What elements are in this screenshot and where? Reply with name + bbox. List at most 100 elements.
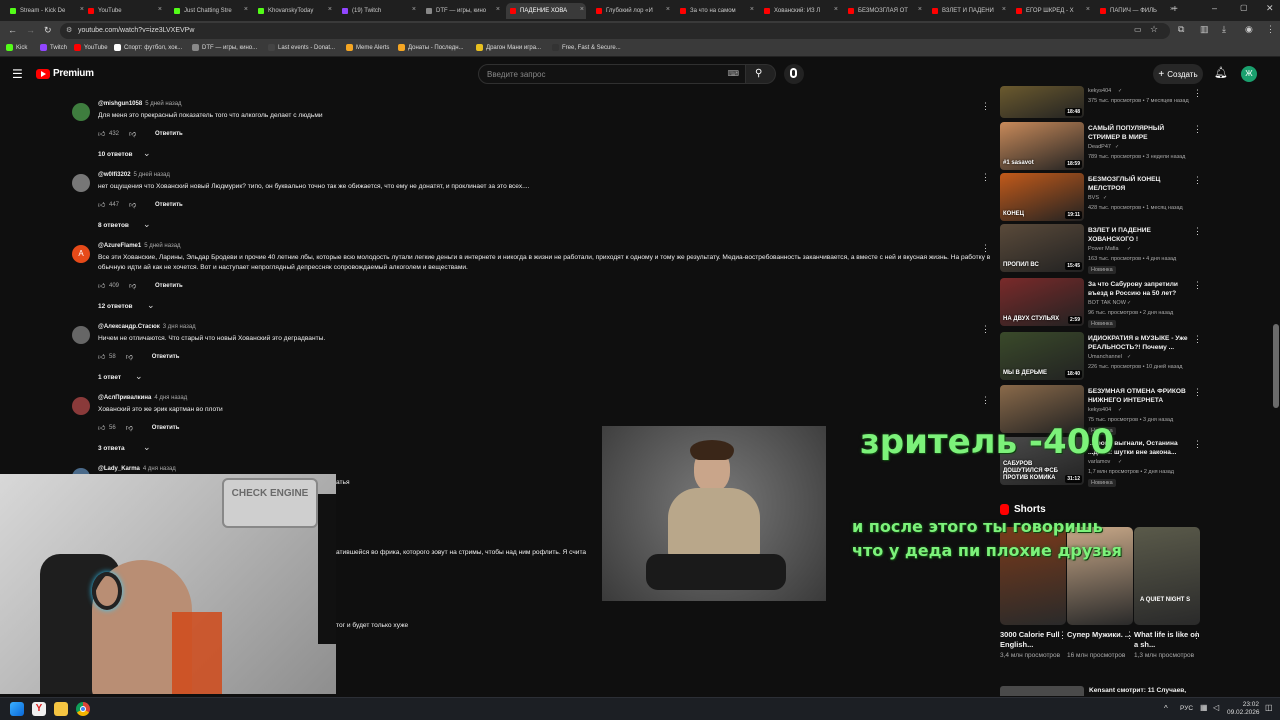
browser-menu-icon[interactable]: ⋮: [1266, 24, 1275, 35]
tab-close-icon[interactable]: ×: [244, 6, 248, 13]
video-title[interactable]: За что Сабурову запретили въезд в Россию…: [1088, 280, 1190, 298]
short-title[interactable]: What life is like on a sh...: [1134, 630, 1200, 651]
video-title[interactable]: ВЗЛЕТ И ПАДЕНИЕ ХОВАНСКОГО !: [1088, 226, 1190, 244]
comment-author-name[interactable]: @w0lfi3202: [98, 172, 131, 178]
network-icon[interactable]: ▦: [1200, 703, 1208, 712]
browser-tab[interactable]: Глубокий лор «И ×: [592, 3, 672, 19]
view-replies-button[interactable]: 3 ответа: [98, 445, 125, 452]
comment-author[interactable]: @AzureFlame1 5 дней назад: [98, 243, 181, 249]
comment-timestamp[interactable]: 5 дней назад: [134, 172, 170, 178]
site-info-icon[interactable]: ⚙: [66, 26, 72, 34]
tab-close-icon[interactable]: ×: [834, 6, 838, 13]
browser-tab[interactable]: ВЗЛЕТ И ПАДЕНИ ×: [928, 3, 1008, 19]
tab-close-icon[interactable]: ×: [666, 6, 670, 13]
video-title[interactable]: ИДИОКРАТИЯ в МУЗЫКЕ - Уже РЕАЛЬНОСТЬ?! П…: [1088, 334, 1190, 352]
video-title[interactable]: БЕЗУМНАЯ ОТМЕНА ФРИКОВ НИЖНЕГО ИНТЕРНЕТА: [1088, 387, 1190, 405]
browser-tab[interactable]: ПАПИЧ — ФИЛЬ ×: [1096, 3, 1176, 19]
browser-tab[interactable]: (19) Twitch ×: [338, 3, 418, 19]
video-channel[interactable]: DeadP47: [1088, 144, 1111, 150]
video-channel[interactable]: Power Mafia: [1088, 246, 1119, 252]
reply-button[interactable]: Ответить: [152, 354, 180, 360]
comment-author-name[interactable]: @AzureFlame1: [98, 243, 141, 249]
tab-close-icon[interactable]: ×: [1002, 6, 1006, 13]
comment-avatar[interactable]: [72, 397, 90, 415]
video-menu-icon[interactable]: ⋮: [1193, 88, 1202, 99]
scrollbar-thumb[interactable]: [1273, 324, 1279, 408]
minimize-button[interactable]: –: [1212, 3, 1217, 13]
comment-timestamp[interactable]: 4 дня назад: [154, 395, 187, 401]
browser-tab[interactable]: ПАДЕНИЕ ХОВА ×: [506, 3, 586, 19]
notifications-bell-icon[interactable]: 🔔︎: [1214, 66, 1228, 79]
bookmark-item[interactable]: Kick: [6, 44, 27, 51]
keyboard-icon[interactable]: ⌨: [727, 69, 739, 78]
video-channel[interactable]: kekys404: [1088, 407, 1111, 413]
browser-tab[interactable]: Just Chatting Stre ×: [170, 3, 250, 19]
dislike-icon[interactable]: 👎︎: [129, 200, 137, 209]
short-title[interactable]: Супер Мужики. ...: [1067, 630, 1133, 651]
comment-avatar[interactable]: [72, 326, 90, 344]
view-replies-button[interactable]: 8 ответов: [98, 222, 129, 229]
yandex-browser-icon[interactable]: Y: [32, 702, 46, 716]
comment-author-name[interactable]: @Александр.Стасюк: [98, 324, 160, 330]
browser-tab[interactable]: БЕЗМОЗГЛАЯ ОТ ×: [844, 3, 924, 19]
like-icon[interactable]: 👍︎: [98, 281, 106, 290]
comment-avatar[interactable]: [72, 103, 90, 121]
video-menu-icon[interactable]: ⋮: [1193, 387, 1202, 398]
clock[interactable]: 23:02 09.02.2026: [1227, 701, 1260, 717]
browser-tab[interactable]: DTF — игры, кино ×: [422, 3, 502, 19]
sidebar-bottom-item[interactable]: Kensant смотрит: 11 Случаев,: [1000, 686, 1210, 696]
video-channel[interactable]: BOT TAK NOW: [1088, 300, 1126, 306]
tab-close-icon[interactable]: ×: [158, 6, 162, 13]
related-video-item[interactable]: МЫ В ДЕРЬМЕ 18:40 ИДИОКРАТИЯ в МУЗЫКЕ - Уж…: [1000, 332, 1210, 384]
account-avatar[interactable]: Ж: [1241, 66, 1257, 82]
comment-author[interactable]: @Lady_Karma 4 дня назад: [98, 466, 176, 472]
bookmark-item[interactable]: Twitch: [40, 44, 67, 51]
video-channel[interactable]: kekys404: [1088, 88, 1111, 94]
dislike-icon[interactable]: 👎︎: [126, 352, 134, 361]
comment-timestamp[interactable]: 5 дней назад: [145, 101, 181, 107]
video-thumbnail[interactable]: 18:48: [1000, 86, 1084, 118]
browser-tab[interactable]: KhovanskyToday ×: [254, 3, 334, 19]
comment-author[interactable]: @mishgun1058 5 дней назад: [98, 101, 182, 107]
video-menu-icon[interactable]: ⋮: [1193, 280, 1202, 291]
comment-author[interactable]: @w0lfi3202 5 дней назад: [98, 172, 170, 178]
short-thumbnail[interactable]: A QUIET NIGHT S: [1134, 527, 1200, 625]
video-thumbnail[interactable]: НА ДВУХ СТУЛЬЯХ 2:59: [1000, 278, 1084, 326]
view-replies-button[interactable]: 10 ответов: [98, 151, 133, 158]
bookmark-item[interactable]: Драгон Мани игра...: [476, 44, 541, 51]
tab-close-icon[interactable]: ×: [918, 6, 922, 13]
downloads-icon[interactable]: ⤓: [1222, 24, 1226, 35]
comment-author-name[interactable]: @Lady_Karma: [98, 466, 140, 472]
video-menu-icon[interactable]: ⋮: [1193, 175, 1202, 186]
video-thumbnail[interactable]: КОНЕЦ 19:11: [1000, 173, 1084, 221]
short-item[interactable]: A QUIET NIGHT S What life is like on a sh…: [1134, 527, 1201, 661]
language-indicator[interactable]: РУС: [1180, 705, 1193, 712]
back-icon[interactable]: ←: [8, 25, 17, 35]
address-bar[interactable]: ⚙ youtube.com/watch?v=ize3LVXEVPw: [60, 23, 1170, 39]
dislike-icon[interactable]: 👎︎: [126, 423, 134, 432]
bookmark-star-icon[interactable]: ☆: [1150, 24, 1158, 35]
search-button[interactable]: ⚲: [746, 64, 776, 84]
dislike-icon[interactable]: 👎︎: [129, 281, 137, 290]
comment-menu-icon[interactable]: ⋮: [981, 395, 990, 406]
video-title[interactable]: БЕЗМОЗГЛЫЙ КОНЕЦ МЕЛСТРОЯ: [1088, 175, 1190, 193]
reply-button[interactable]: Ответить: [155, 283, 183, 289]
sidepanel-icon[interactable]: ▥: [1200, 24, 1209, 35]
short-menu-icon[interactable]: ⋮: [1192, 630, 1201, 641]
like-icon[interactable]: 👍︎: [98, 200, 106, 209]
like-icon[interactable]: 👍︎: [98, 423, 106, 432]
reply-button[interactable]: Ответить: [155, 131, 183, 137]
video-menu-icon[interactable]: ⋮: [1193, 226, 1202, 237]
video-menu-icon[interactable]: ⋮: [1193, 334, 1202, 345]
tray-chevron-icon[interactable]: ^: [1164, 704, 1168, 713]
bookmark-item[interactable]: DTF — игры, кино...: [192, 44, 257, 51]
comment-timestamp[interactable]: 3 дня назад: [163, 324, 196, 330]
view-replies-button[interactable]: 1 ответ: [98, 374, 121, 381]
tab-close-icon[interactable]: ×: [580, 6, 584, 13]
browser-tab[interactable]: Stream - Kick De ×: [6, 3, 86, 19]
cast-icon[interactable]: ▭: [1134, 25, 1142, 34]
browser-tab[interactable]: YouTube ×: [84, 3, 164, 19]
comment-timestamp[interactable]: 5 дней назад: [144, 243, 180, 249]
browser-tab[interactable]: Хованский: ИЗ Л ×: [760, 3, 840, 19]
bookmark-item[interactable]: Спорт: футбол, хок...: [114, 44, 182, 51]
